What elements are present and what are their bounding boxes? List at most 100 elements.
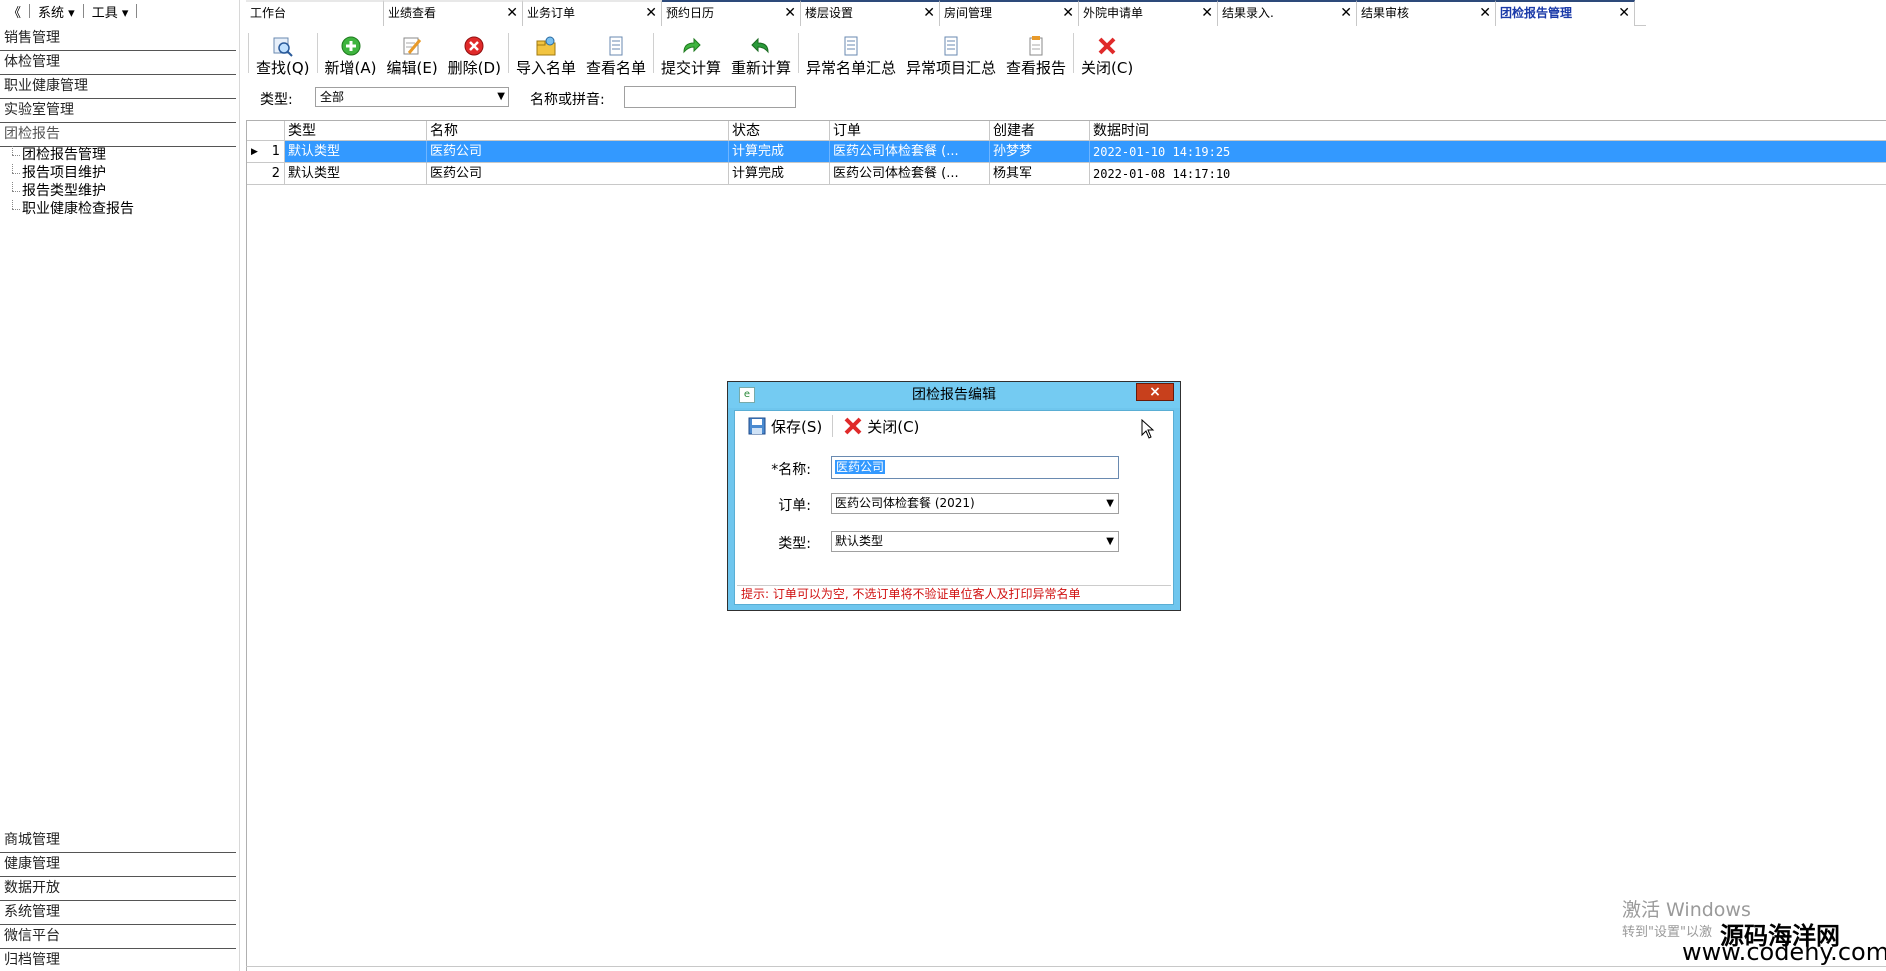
tab-result-entry[interactable]: 结果录入. ✕ <box>1218 0 1357 26</box>
dialog-close-button[interactable]: × <box>1136 383 1174 401</box>
tab-label: 房间管理 <box>944 6 993 20</box>
close-x-icon <box>1096 35 1118 57</box>
nav-group-occupational-health[interactable]: 职业健康管理 <box>0 75 236 99</box>
name-filter-input[interactable] <box>624 86 796 108</box>
nav-group-system[interactable]: 系统管理 <box>0 901 236 925</box>
nav-group-group-report[interactable]: 团检报告 <box>0 123 236 147</box>
tree-item-report-item-maintain[interactable]: 报告项目维护 <box>8 164 236 182</box>
close-button-label: 关闭(C) <box>1081 59 1134 77</box>
close-icon[interactable]: ✕ <box>1479 2 1491 24</box>
abnormal-items-label: 异常项目汇总 <box>906 59 997 77</box>
dialog-body: 保存(S) 关闭(C) *名称: 医药公司 订单: 医药公司体检套餐 (2021… <box>734 410 1174 605</box>
name-field-value: 医药公司 <box>835 460 886 474</box>
tab-workbench[interactable]: 工作台 <box>246 0 384 26</box>
name-field[interactable]: 医药公司 <box>831 456 1119 479</box>
close-icon[interactable]: ✕ <box>1062 2 1074 24</box>
tree-item-occupational-report[interactable]: 职业健康检查报告 <box>8 200 236 218</box>
tab-result-audit[interactable]: 结果审核 ✕ <box>1357 0 1496 26</box>
tab-room-manage[interactable]: 房间管理 ✕ <box>940 0 1079 26</box>
chevron-down-icon: ▼ <box>1106 498 1114 509</box>
close-icon[interactable]: ✕ <box>923 2 935 24</box>
type-select-value: 默认类型 <box>835 534 884 548</box>
close-icon[interactable]: ✕ <box>1201 2 1213 24</box>
document-icon <box>940 35 962 57</box>
close-icon[interactable]: ✕ <box>1618 2 1630 24</box>
grid-header-status[interactable]: 状态 <box>729 121 830 141</box>
site-watermark-url: www.codehy.com <box>1682 938 1886 966</box>
tab-appointment-calendar[interactable]: 预约日历 ✕ <box>662 0 801 26</box>
close-icon[interactable]: ✕ <box>1340 2 1352 24</box>
type-filter-value: 全部 <box>320 90 345 104</box>
nav-group-mall[interactable]: 商城管理 <box>0 829 236 853</box>
close-button[interactable]: 关闭(C) <box>1076 30 1138 78</box>
abnormal-list-label: 异常名单汇总 <box>806 59 897 77</box>
tab-label: 预约日历 <box>666 6 715 20</box>
view-list-button[interactable]: 查看名单 <box>581 30 651 78</box>
system-menu[interactable]: 系统 ▾ <box>30 2 83 21</box>
grid-header-name[interactable]: 名称 <box>427 121 729 141</box>
grid-header-creator[interactable]: 创建者 <box>990 121 1090 141</box>
name-filter-label: 名称或拼音: <box>530 92 605 108</box>
add-button[interactable]: 新增(A) <box>320 30 382 78</box>
nav-group-lab[interactable]: 实验室管理 <box>0 99 236 123</box>
abnormal-list-button[interactable]: 异常名单汇总 <box>801 30 901 78</box>
search-icon <box>272 35 294 57</box>
close-icon[interactable]: ✕ <box>645 2 657 24</box>
grid-header-order[interactable]: 订单 <box>830 121 990 141</box>
abnormal-items-button[interactable]: 异常项目汇总 <box>901 30 1001 78</box>
tab-external-request[interactable]: 外院申请单 ✕ <box>1079 0 1218 26</box>
save-button[interactable]: 保存(S) <box>741 416 828 437</box>
sidebar: 《 系统 ▾ 工具 ▾ 销售管理 体检管理 职业健康管理 实验室管理 团检报告 … <box>0 0 240 971</box>
cell-order: 医药公司体检套餐 (... <box>830 141 990 163</box>
cell-time: 2022-01-08 14:17:10 <box>1090 163 1886 185</box>
row-indicator-icon: ▶ <box>251 147 258 157</box>
redo-arrow-icon <box>680 35 702 57</box>
edit-button[interactable]: 编辑(E) <box>381 30 442 78</box>
view-report-button[interactable]: 查看报告 <box>1001 30 1071 78</box>
import-list-button[interactable]: 导入名单 <box>511 30 581 78</box>
name-field-label: *名称: <box>771 462 811 478</box>
tools-menu[interactable]: 工具 ▾ <box>84 2 137 21</box>
tab-orders[interactable]: 业务订单 ✕ <box>523 0 662 26</box>
tab-floor-settings[interactable]: 楼层设置 ✕ <box>801 0 940 26</box>
tab-performance[interactable]: 业绩查看 ✕ <box>384 0 523 26</box>
nav-group-wechat[interactable]: 微信平台 <box>0 925 236 949</box>
add-button-label: 新增(A) <box>324 59 377 77</box>
close-icon[interactable]: ✕ <box>506 2 518 24</box>
view-report-label: 查看报告 <box>1006 59 1067 77</box>
row-number-cell: ▶ 1 <box>247 141 285 163</box>
recalc-button[interactable]: 重新计算 <box>726 30 796 78</box>
type-select[interactable]: 默认类型 ▼ <box>831 531 1119 552</box>
dialog-toolbar: 保存(S) 关闭(C) <box>735 411 1173 441</box>
tab-label: 结果录入. <box>1222 6 1274 20</box>
nav-group-health[interactable]: 健康管理 <box>0 853 236 877</box>
close-icon[interactable]: ✕ <box>784 2 796 24</box>
type-filter-select[interactable]: 全部 ▼ <box>315 87 509 107</box>
tab-group-report-manage[interactable]: 团检报告管理 ✕ <box>1496 0 1635 26</box>
grid-header-type[interactable]: 类型 <box>285 121 427 141</box>
document-icon <box>840 35 862 57</box>
submit-calc-button[interactable]: 提交计算 <box>656 30 726 78</box>
tree-item-report-type-maintain[interactable]: 报告类型维护 <box>8 182 236 200</box>
submit-calc-label: 提交计算 <box>660 59 721 77</box>
grid-header-rownum <box>247 121 285 141</box>
search-button[interactable]: 查找(Q) <box>251 30 315 78</box>
nav-group-archive[interactable]: 归档管理 <box>0 949 236 971</box>
cell-name: 医药公司 <box>427 163 729 185</box>
dialog-title-bar[interactable]: e 团检报告编辑 × <box>728 382 1180 408</box>
cell-status: 计算完成 <box>729 141 830 163</box>
table-row[interactable]: ▶ 1 默认类型 医药公司 计算完成 医药公司体检套餐 (... 孙梦梦 202… <box>247 141 1886 163</box>
nav-group-exam[interactable]: 体检管理 <box>0 51 236 75</box>
delete-button[interactable]: 删除(D) <box>443 30 506 78</box>
nav-group-data-open[interactable]: 数据开放 <box>0 877 236 901</box>
grid-header-time[interactable]: 数据时间 <box>1090 121 1886 141</box>
table-row[interactable]: 2 默认类型 医药公司 计算完成 医药公司体检套餐 (... 杨其军 2022-… <box>247 163 1886 185</box>
filter-bar: 类型: 全部 ▼ 名称或拼音: <box>246 86 1046 110</box>
tree-item-group-report-manage[interactable]: 团检报告管理 <box>8 146 236 164</box>
close-button[interactable]: 关闭(C) <box>837 416 925 437</box>
collapse-sidebar-button[interactable]: 《 <box>0 2 29 21</box>
chevron-down-icon: ▼ <box>1106 536 1114 547</box>
nav-group-sales[interactable]: 销售管理 <box>0 27 236 51</box>
undo-arrow-icon <box>750 35 772 57</box>
order-select[interactable]: 医药公司体检套餐 (2021) ▼ <box>831 493 1119 514</box>
